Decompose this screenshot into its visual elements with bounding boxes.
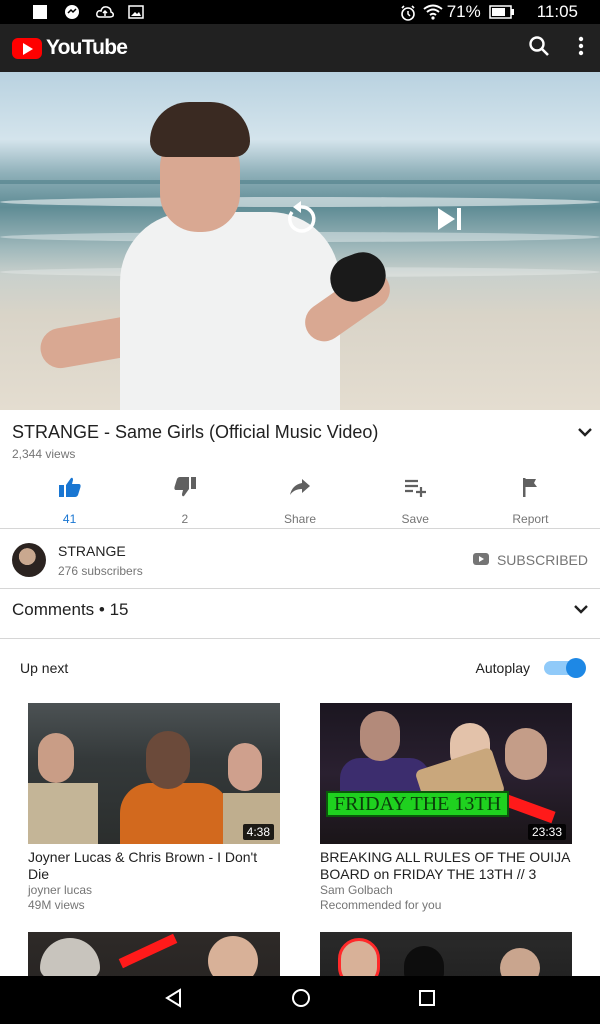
cloud-upload-icon [96, 4, 114, 20]
up-next-header: Up next Autoplay [20, 658, 586, 678]
thumbnail-face [208, 936, 258, 976]
divider [0, 588, 600, 589]
system-nav-bar [0, 976, 600, 1024]
video-title[interactable]: BREAKING ALL RULES OF THE OUIJA BOARD on… [320, 849, 572, 883]
search-icon[interactable] [528, 35, 550, 62]
thumbnail-figure [120, 783, 230, 844]
autoplay-toggle[interactable] [544, 658, 586, 678]
like-button[interactable]: 41 [12, 474, 127, 526]
thumbnail-face [228, 743, 262, 791]
flag-icon [518, 476, 542, 503]
thumbnail-face [360, 711, 400, 761]
report-button[interactable]: Report [473, 474, 588, 526]
video-title[interactable]: Joyner Lucas & Chris Brown - I Don't Die [28, 849, 280, 883]
recents-icon[interactable] [418, 989, 436, 1012]
save-button[interactable]: Save [358, 474, 473, 526]
thumbnail-skull [40, 938, 100, 976]
save-label: Save [401, 512, 429, 526]
thumbnail-face [338, 938, 380, 976]
playlist-add-icon [403, 476, 427, 503]
wifi-icon [423, 4, 443, 20]
video-thumbnail[interactable]: 4:38 [28, 703, 280, 844]
home-icon[interactable] [291, 988, 311, 1013]
divider [0, 638, 600, 639]
video-title: STRANGE - Same Girls (Official Music Vid… [12, 422, 379, 442]
thumbnail-face [146, 731, 190, 789]
alarm-icon [399, 4, 415, 21]
video-player[interactable] [0, 72, 600, 410]
view-count: 2,344 views [12, 447, 76, 461]
youtube-logo[interactable]: YouTube [12, 36, 128, 60]
action-bar: 41 2 Share Save Report [12, 474, 588, 526]
thumbnail-caption: FRIDAY THE 13TH [326, 791, 510, 817]
subscribed-button[interactable]: SUBSCRIBED [472, 552, 588, 568]
status-bar: 71% 11:05 [0, 0, 600, 24]
video-views: 49M views [28, 898, 85, 912]
video-duration: 4:38 [242, 824, 274, 840]
youtube-small-icon [472, 552, 489, 568]
channel-name[interactable]: STRANGE [58, 543, 143, 559]
more-vert-icon[interactable] [578, 36, 584, 61]
share-label: Share [283, 512, 317, 526]
dislike-count: 2 [181, 512, 189, 526]
subscriber-count: 276 subscribers [58, 563, 143, 578]
replay-icon[interactable] [282, 200, 320, 238]
video-thumbnail[interactable]: FRIDAY THE 13TH 23:33 [320, 703, 572, 844]
video-frame-hair [150, 102, 250, 157]
notification-square-icon [32, 4, 48, 20]
app-bar: YouTube [0, 24, 600, 72]
video-channel: Sam Golbach [320, 883, 393, 897]
video-card[interactable] [28, 932, 280, 976]
video-title-row[interactable]: STRANGE - Same Girls (Official Music Vid… [12, 422, 592, 443]
autoplay-label: Autoplay [475, 660, 530, 676]
video-channel: joyner lucas [28, 883, 93, 897]
thumbnail-face [404, 946, 444, 976]
dislike-button[interactable]: 2 [127, 474, 242, 526]
messenger-icon [64, 4, 80, 20]
video-card[interactable]: 4:38 Joyner Lucas & Chris Brown - I Don'… [28, 703, 280, 913]
video-frame-sea [0, 180, 600, 184]
battery-percent: 71% [446, 2, 481, 21]
recommendation-note: Recommended for you [320, 898, 442, 912]
video-thumbnail[interactable] [28, 932, 280, 976]
up-next-label: Up next [20, 660, 69, 676]
video-duration: 23:33 [527, 824, 566, 840]
red-arrow-icon [118, 933, 178, 969]
chevron-down-icon[interactable] [578, 424, 592, 442]
chevron-down-icon[interactable] [574, 601, 588, 619]
red-arrow-icon [504, 794, 556, 824]
image-icon [128, 4, 144, 20]
youtube-logo-text: YouTube [46, 36, 128, 59]
video-thumbnail[interactable] [320, 932, 572, 976]
thumbnail-face [38, 733, 74, 783]
comments-header[interactable]: Comments • 15 [12, 600, 588, 620]
channel-row[interactable]: STRANGE 276 subscribers SUBSCRIBED [12, 540, 588, 580]
like-count: 41 [62, 512, 77, 526]
video-card[interactable] [320, 932, 572, 976]
thumb-up-icon [58, 476, 82, 503]
subscribed-label: SUBSCRIBED [496, 552, 588, 568]
divider [0, 528, 600, 529]
thumbnail-figure [28, 783, 98, 844]
avatar[interactable] [12, 543, 46, 577]
report-label: Report [512, 512, 549, 526]
thumbnail-face [505, 728, 547, 780]
skip-next-icon[interactable] [436, 204, 464, 234]
back-icon[interactable] [164, 987, 184, 1013]
share-icon [288, 476, 312, 503]
share-button[interactable]: Share [242, 474, 357, 526]
clock: 11:05 [536, 2, 578, 21]
youtube-play-icon [12, 37, 42, 59]
thumbnail-face [500, 948, 540, 976]
video-card[interactable]: FRIDAY THE 13TH 23:33 BREAKING ALL RULES… [320, 703, 572, 913]
battery-icon [488, 4, 515, 20]
comments-label: Comments • 15 [12, 600, 129, 619]
thumb-down-icon [173, 476, 197, 503]
